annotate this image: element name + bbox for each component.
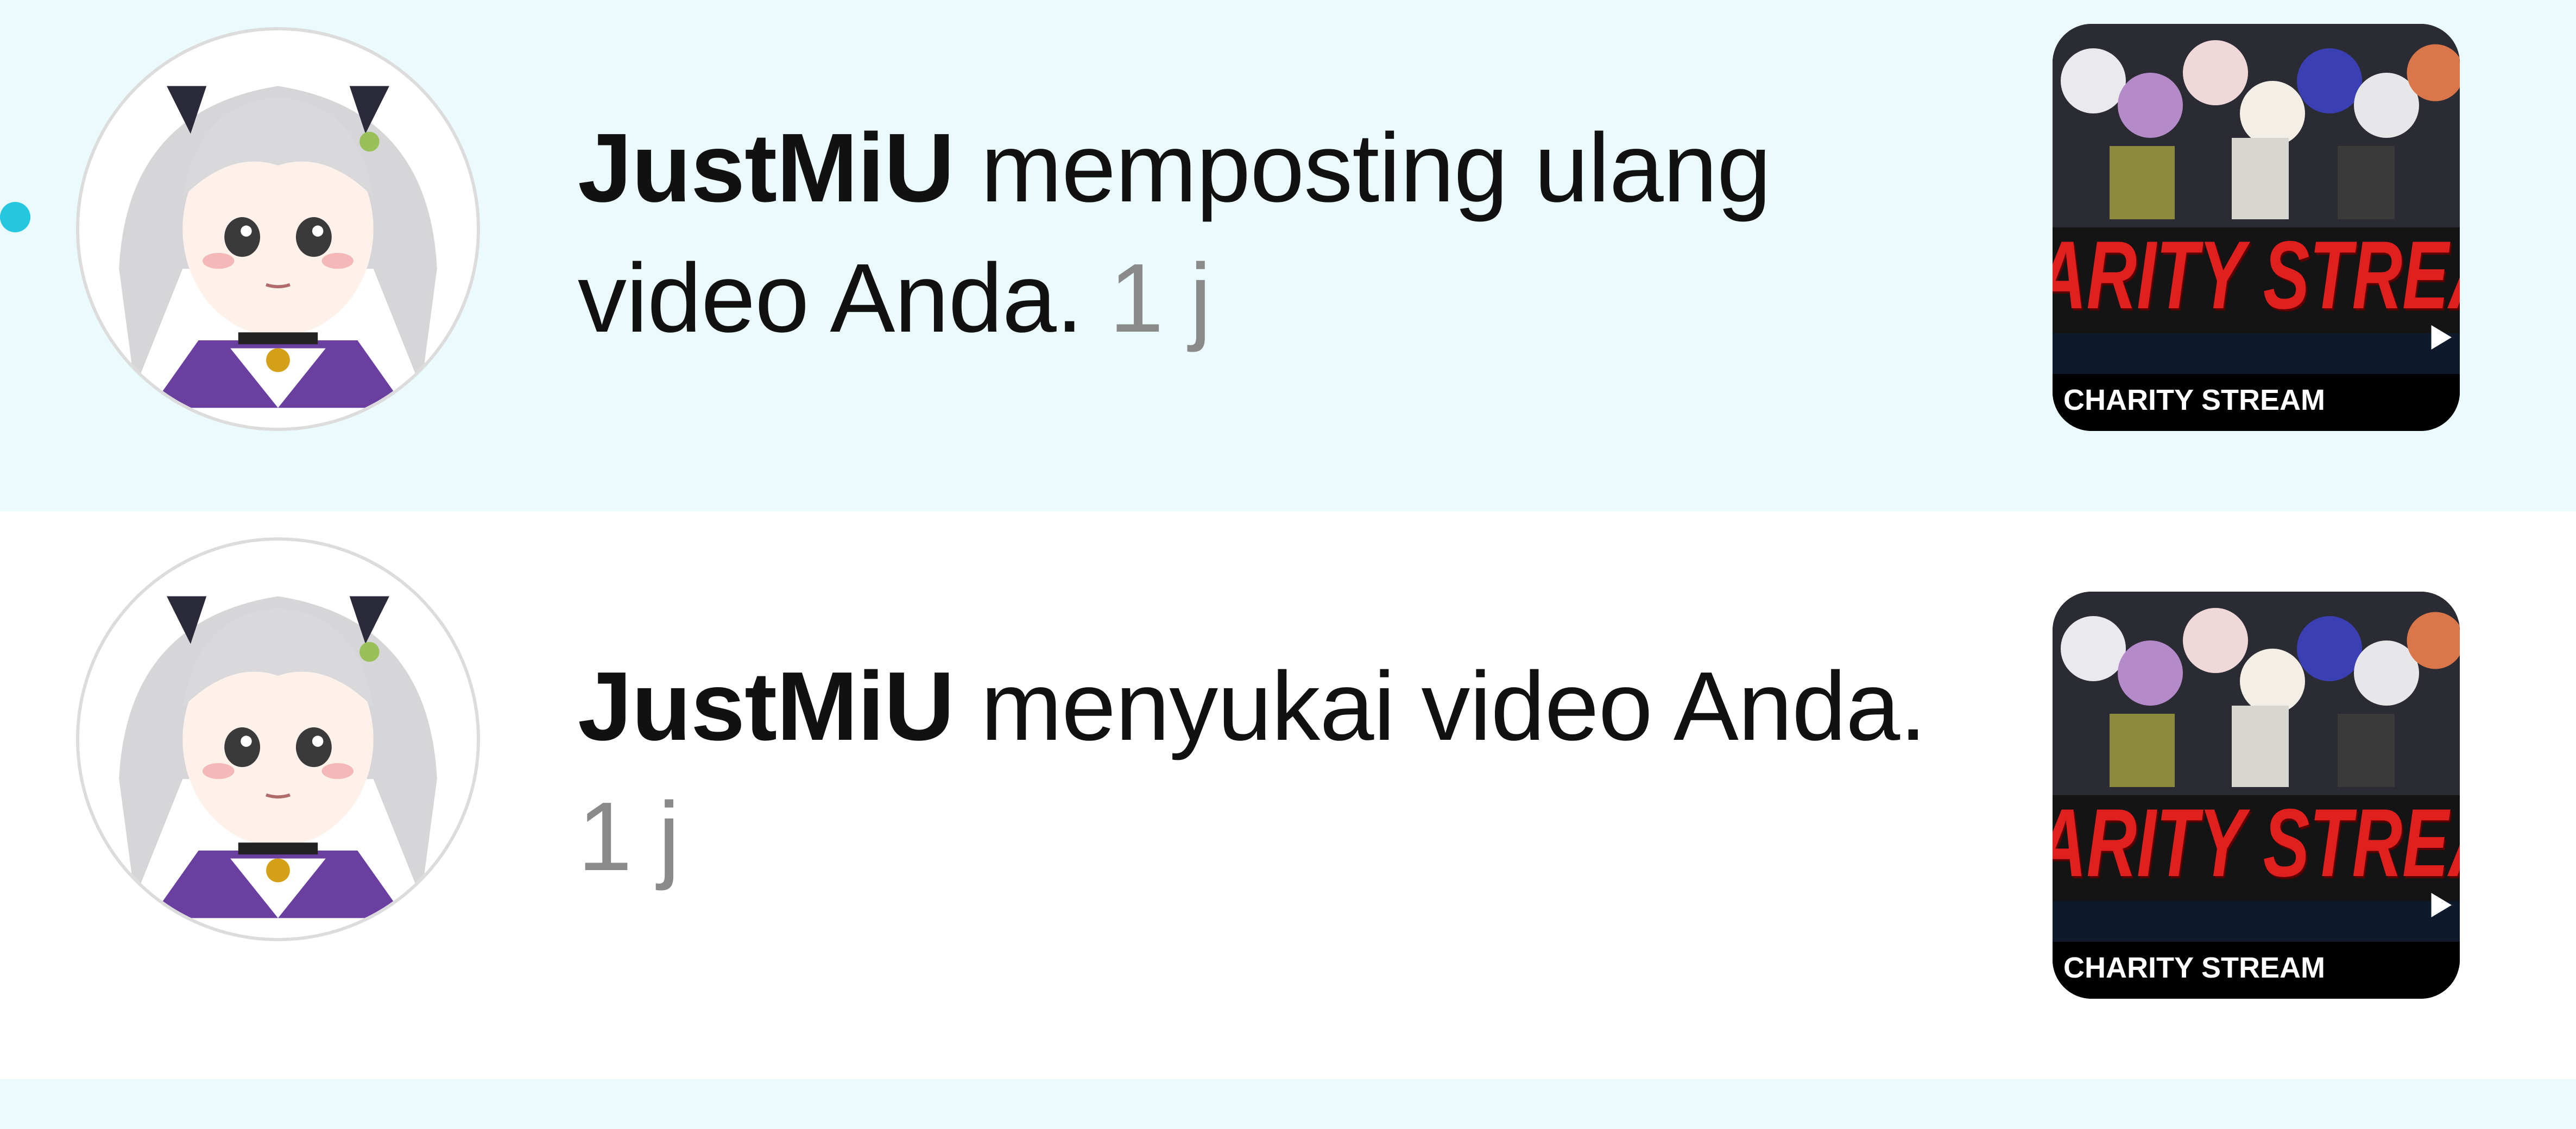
timestamp: 1 j — [578, 782, 680, 891]
notification-feed: JustMiU memposting ulang video Anda. 1 j — [0, 0, 2576, 1129]
notification-action: menyukai video Anda. — [954, 652, 1927, 761]
thumbnail-banner-text: ARITY STREA — [2053, 789, 2460, 897]
avatar-image — [79, 30, 477, 428]
thumbnail-caption: CHARITY STREAM — [2063, 384, 2326, 416]
timestamp: 1 j — [1109, 244, 1211, 353]
video-thumbnail[interactable]: ARITY STREA CHARITY STREAM — [2053, 592, 2460, 999]
video-thumbnail[interactable]: ARITY STREA CHARITY STREAM — [2053, 24, 2460, 431]
notification-text: JustMiU menyukai video Anda. 1 j — [578, 642, 1968, 902]
notification-text: JustMiU memposting ulang video Anda. 1 j — [578, 103, 1968, 364]
avatar-image — [79, 541, 477, 938]
avatar[interactable] — [76, 537, 480, 941]
username[interactable]: JustMiU — [578, 652, 955, 761]
username[interactable]: JustMiU — [578, 113, 955, 223]
thumbnail-banner-text: ARITY STREA — [2053, 221, 2460, 329]
unread-indicator — [0, 202, 30, 232]
notification-item[interactable]: JustMiU memposting ulang video Anda. 1 j — [0, 0, 2576, 511]
avatar[interactable] — [76, 27, 480, 431]
notification-item[interactable]: JustMiU menyukai video Anda. 1 j ARITY S… — [0, 511, 2576, 1079]
next-notification-partial[interactable] — [0, 1079, 2576, 1129]
thumbnail-caption: CHARITY STREAM — [2063, 952, 2326, 984]
